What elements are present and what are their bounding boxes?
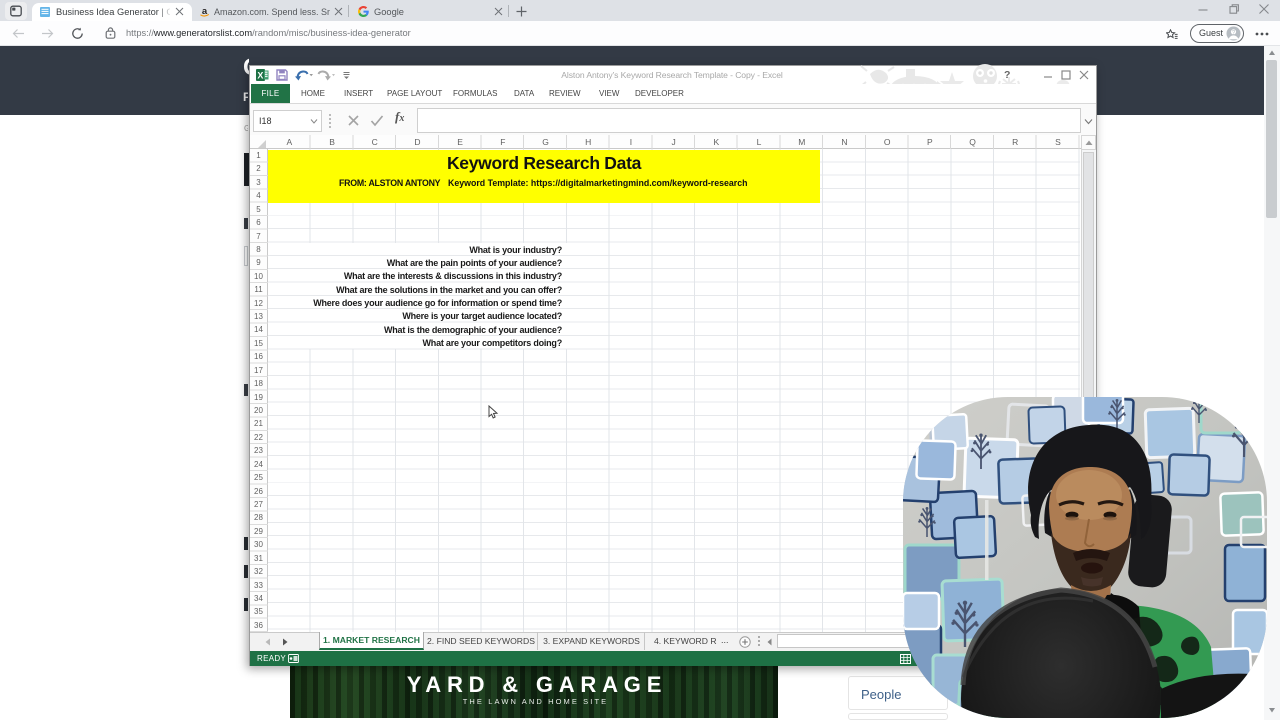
svg-text:X: X: [257, 70, 263, 80]
